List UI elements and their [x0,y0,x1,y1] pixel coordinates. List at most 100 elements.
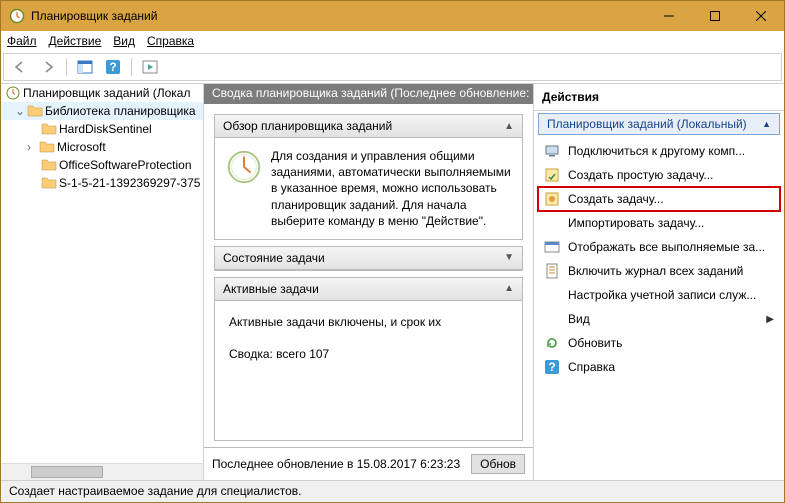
overview-title: Обзор планировщика заданий [223,119,392,133]
action-refresh[interactable]: Обновить [538,331,780,355]
tree-root[interactable]: Планировщик заданий (Локал [1,84,203,102]
tree-item-label: HardDiskSentinel [59,122,152,136]
toolbar-pane-button[interactable] [73,56,97,78]
expand-icon[interactable]: › [27,140,39,154]
status-title: Состояние задачи [223,251,325,265]
action-label: Создать задачу... [568,192,664,206]
last-refresh-label: Последнее обновление в 15.08.2017 6:23:2… [212,457,460,471]
active-section: Активные задачи ▲ Активные задачи включе… [214,277,523,441]
overview-text: Для создания и управления общими задания… [271,148,512,229]
action-label: Включить журнал всех заданий [568,264,743,278]
action-connect[interactable]: Подключиться к другому комп... [538,139,780,163]
minimize-button[interactable] [646,1,692,31]
collapse-icon: ▲ [762,119,771,129]
titlebar[interactable]: Планировщик заданий [1,1,784,31]
action-label: Импортировать задачу... [568,216,704,230]
folder-icon [41,175,57,191]
tree-item-sid[interactable]: S-1-5-21-1392369297-375 [1,174,203,192]
summary-body: Обзор планировщика заданий ▲ Для создани… [204,104,533,447]
tree-item-harddisksentinel[interactable]: HardDiskSentinel [1,120,203,138]
tree-library[interactable]: ⌄ Библиотека планировщика [1,102,203,120]
window: Планировщик заданий Файл Действие Вид Сп… [0,0,785,503]
folder-icon [27,103,43,119]
action-label: Вид [568,312,590,326]
action-enable-history[interactable]: Включить журнал всех заданий [538,259,780,283]
toolbar-run-button[interactable] [138,56,162,78]
menu-view[interactable]: Вид [113,34,135,48]
action-label: Подключиться к другому комп... [568,144,745,158]
task-icon [544,191,560,207]
toolbar-help-button[interactable]: ? [101,56,125,78]
active-line2: Сводка: всего 107 [229,347,508,361]
action-account-config[interactable]: Настройка учетной записи служ... [538,283,780,307]
tree-item-microsoft[interactable]: › Microsoft [1,138,203,156]
action-label: Справка [568,360,615,374]
running-icon [544,239,560,255]
expand-icon[interactable]: ⌄ [15,104,27,118]
blank-icon [544,287,560,303]
back-button[interactable] [8,56,32,78]
active-body: Активные задачи включены, и срок их Свод… [215,301,522,383]
summary-footer: Последнее обновление в 15.08.2017 6:23:2… [204,447,533,480]
statusbar: Создает настраиваемое задание для специа… [1,480,784,502]
actions-group-header[interactable]: Планировщик заданий (Локальный) ▲ [538,113,780,135]
computer-icon [544,143,560,159]
overview-section: Обзор планировщика заданий ▲ Для создани… [214,114,523,240]
action-show-running[interactable]: Отображать все выполняемые за... [538,235,780,259]
tree-pane: Планировщик заданий (Локал ⌄ Библиотека … [1,84,204,480]
menu-action[interactable]: Действие [49,34,102,48]
status-section: Состояние задачи ▼ [214,246,523,271]
action-create-task[interactable]: Создать задачу... [538,187,780,211]
action-create-basic-task[interactable]: Создать простую задачу... [538,163,780,187]
summary-header: Сводка планировщика заданий (Последнее о… [204,84,533,104]
chevron-up-icon: ▲ [504,283,514,294]
actions-title: Действия [534,84,784,111]
actions-pane: Действия Планировщик заданий (Локальный)… [534,84,784,480]
tree-scrollbar-h[interactable] [1,463,203,480]
tree-library-label: Библиотека планировщика [45,104,196,118]
folder-icon [41,121,57,137]
toolbar-sep2 [131,58,132,76]
clock-icon [225,148,263,186]
log-icon [544,263,560,279]
app-icon [9,8,25,24]
status-header[interactable]: Состояние задачи ▼ [215,247,522,270]
action-label: Обновить [568,336,622,350]
status-text: Создает настраиваемое задание для специа… [9,484,302,498]
action-view[interactable]: Вид ▶ [538,307,780,331]
active-header[interactable]: Активные задачи ▲ [215,278,522,301]
close-button[interactable] [738,1,784,31]
tree-root-label: Планировщик заданий (Локал [23,86,190,100]
menu-help[interactable]: Справка [147,34,194,48]
forward-button[interactable] [36,56,60,78]
menu-file[interactable]: Файл [7,34,37,48]
maximize-button[interactable] [692,1,738,31]
help-icon: ? [544,359,560,375]
chevron-up-icon: ▲ [504,121,514,132]
tree-item-label: Microsoft [57,140,106,154]
action-label: Отображать все выполняемые за... [568,240,765,254]
action-label: Настройка учетной записи служ... [568,288,756,302]
toolbar: ? [3,53,782,81]
action-help[interactable]: ? Справка [538,355,780,379]
clock-icon [5,85,21,101]
active-title: Активные задачи [223,282,319,296]
refresh-icon [544,335,560,351]
action-label: Создать простую задачу... [568,168,713,182]
refresh-button[interactable]: Обнов [471,454,525,474]
actions-list: Подключиться к другому комп... Создать п… [534,137,784,381]
actions-group-label: Планировщик заданий (Локальный) [547,117,747,131]
toolbar-sep [66,58,67,76]
svg-text:?: ? [109,60,116,74]
overview-header[interactable]: Обзор планировщика заданий ▲ [215,115,522,138]
menubar: Файл Действие Вид Справка [1,31,784,51]
blank-icon [544,215,560,231]
overview-body: Для создания и управления общими задания… [215,138,522,239]
task-basic-icon [544,167,560,183]
chevron-down-icon: ▼ [504,252,514,263]
folder-icon [39,139,55,155]
action-import-task[interactable]: Импортировать задачу... [538,211,780,235]
summary-pane: Сводка планировщика заданий (Последнее о… [204,84,534,480]
folder-icon [41,157,57,173]
tree-item-officesoftwareprotection[interactable]: OfficeSoftwareProtection [1,156,203,174]
